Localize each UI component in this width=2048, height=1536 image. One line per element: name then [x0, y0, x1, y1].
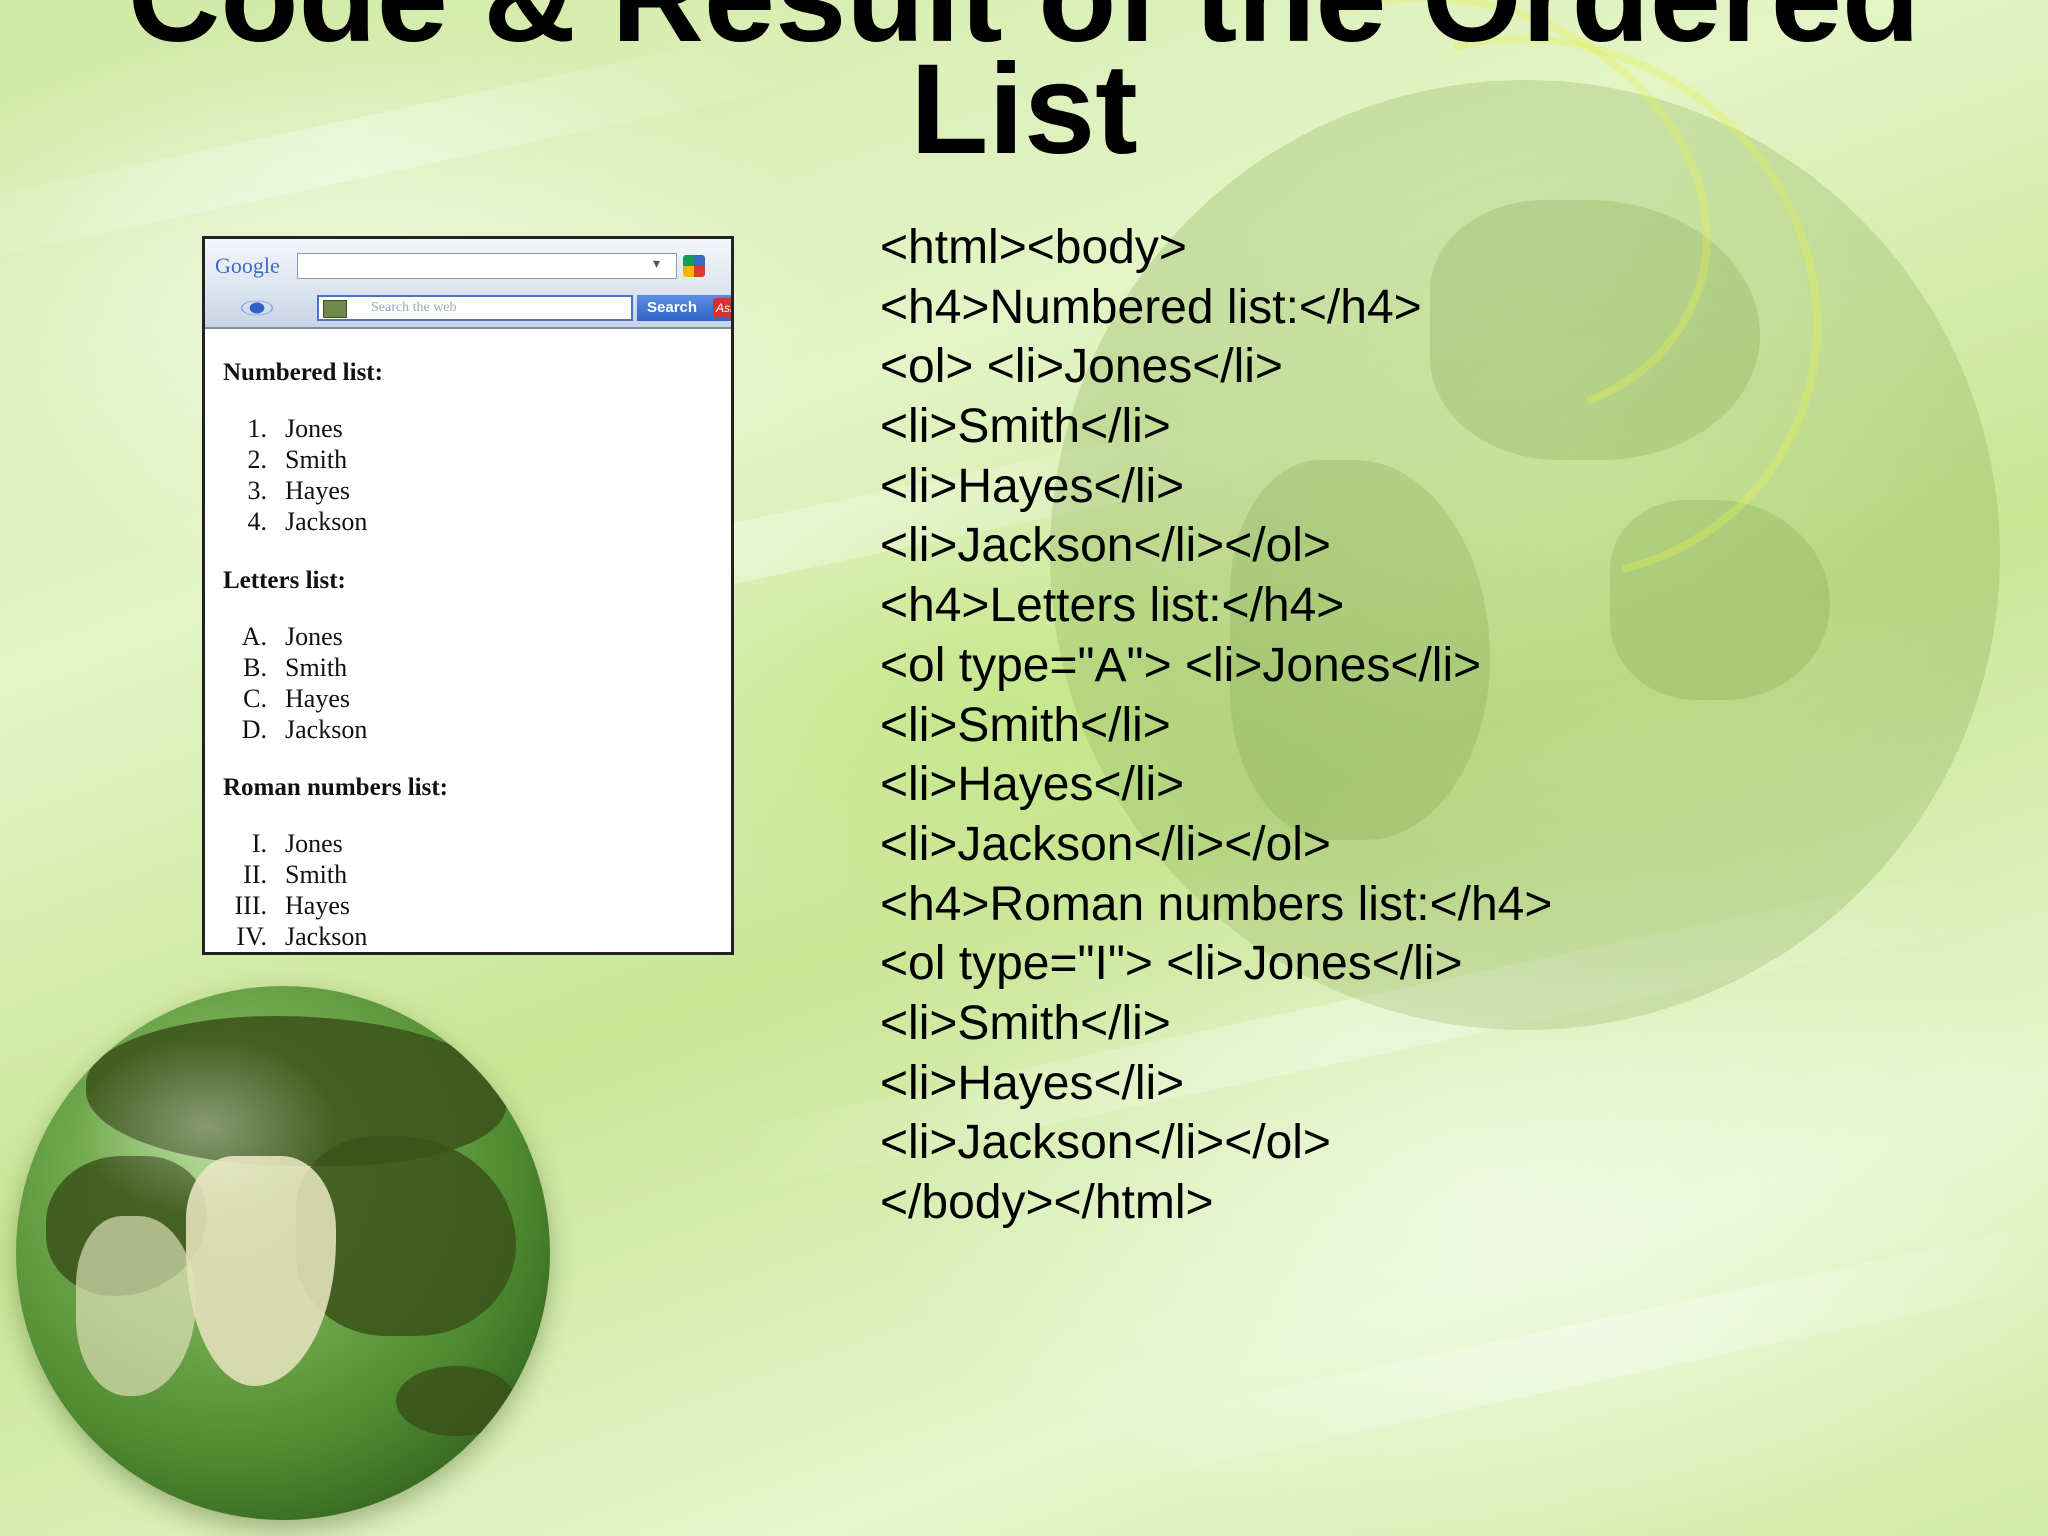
toolbar-search-input [297, 253, 677, 279]
list-item-text: Smith [285, 860, 348, 889]
code-line: <li>Hayes</li> [880, 459, 1185, 513]
code-line: <h4>Letters list:</h4> [880, 579, 1345, 633]
code-line: <html><body> [880, 221, 1187, 274]
list-item-text: Jones [285, 414, 343, 443]
web-search-input: Search the web [317, 295, 633, 321]
list-item-text: Hayes [285, 891, 350, 920]
list-item-text: Hayes [285, 476, 350, 505]
slide-title: Code & Result of the Ordered List [0, 0, 2048, 181]
list-item-text: Jackson [285, 507, 368, 536]
code-line: <ol type="A"> <li>Jones</li> [880, 638, 1482, 692]
list-item: I. Jones [205, 829, 605, 859]
code-line: <ol type="I"> <li>Jones</li> [880, 937, 1463, 991]
search-toolbar: Search the web Search Ask [205, 289, 731, 329]
code-line: <li>Smith</li> [880, 698, 1171, 752]
list-item-text: Jones [285, 622, 343, 651]
ask-badge: Ask [713, 298, 731, 318]
list-item: 4. Jackson [205, 507, 605, 537]
browser-result-screenshot: Google ▾ Search the web Search Ask Numbe… [202, 236, 734, 955]
list-marker: A. [241, 622, 267, 651]
code-line: <li>Jackson</li></ol> [880, 1116, 1331, 1170]
section-heading: Letters list: [223, 567, 346, 594]
list-item-text: Smith [285, 445, 348, 474]
list-item: A. Jones [205, 622, 605, 652]
list-item-text: Hayes [285, 684, 350, 713]
globe-landmass-arabia [76, 1216, 196, 1396]
list-item: III. Hayes [205, 891, 605, 921]
list-item: B. Smith [205, 653, 605, 683]
list-marker: IV. [236, 922, 267, 951]
code-line: </body></html> [880, 1176, 1214, 1229]
list-marker: 4. [247, 507, 268, 536]
list-marker: 1. [247, 414, 268, 443]
list-item-text: Jones [285, 829, 343, 858]
google-icon [683, 255, 705, 277]
code-line: <li>Jackson</li></ol> [880, 817, 1331, 871]
code-line: <ol> <li>Jones</li> [880, 340, 1283, 394]
list-item: 2. Smith [205, 445, 605, 475]
list-item-text: Smith [285, 653, 348, 682]
code-line: <li>Hayes</li> [880, 758, 1185, 812]
list-marker: C. [243, 684, 267, 713]
list-item: 3. Hayes [205, 476, 605, 506]
globe-shine [76, 1036, 336, 1216]
code-line: <h4>Numbered list:</h4> [880, 280, 1422, 334]
list-item: II. Smith [205, 860, 605, 890]
section-heading: Numbered list: [223, 359, 383, 386]
code-line: <li>Smith</li> [880, 400, 1171, 454]
chevron-down-icon: ▾ [653, 255, 661, 271]
slide-title-line-2: List [910, 38, 1138, 181]
list-marker: 3. [247, 476, 268, 505]
search-engine-icon [323, 300, 347, 318]
code-line: <li>Smith</li> [880, 996, 1171, 1050]
section-heading: Roman numbers list: [223, 774, 449, 801]
code-line: <h4>Roman numbers list:</h4> [880, 877, 1553, 931]
list-item: D. Jackson [205, 715, 605, 745]
globe-icon [16, 986, 550, 1520]
list-marker: III. [234, 891, 267, 920]
code-line: <li>Hayes</li> [880, 1056, 1185, 1110]
list-marker: I. [251, 829, 267, 858]
list-marker: B. [243, 653, 267, 682]
signal-icon [225, 297, 289, 319]
list-item: 1. Jones [205, 414, 605, 444]
list-item: IV. Jackson [205, 922, 605, 952]
code-line: <li>Jackson</li></ol> [880, 519, 1331, 573]
html-code-listing: <html><body> <h4>Numbered list:</h4> <ol… [880, 218, 1552, 1233]
background-streak [1104, 1216, 2048, 1484]
globe-landmass [396, 1366, 516, 1436]
list-item-text: Jackson [285, 715, 368, 744]
browser-toolbar: Google ▾ [205, 239, 731, 290]
list-item: C. Hayes [205, 684, 605, 714]
list-marker: II. [243, 860, 267, 889]
list-item-text: Jackson [285, 922, 368, 951]
google-logo: Google [215, 253, 280, 278]
web-search-placeholder: Search the web [371, 300, 457, 315]
list-marker: 2. [247, 445, 268, 474]
list-marker: D. [241, 715, 267, 744]
